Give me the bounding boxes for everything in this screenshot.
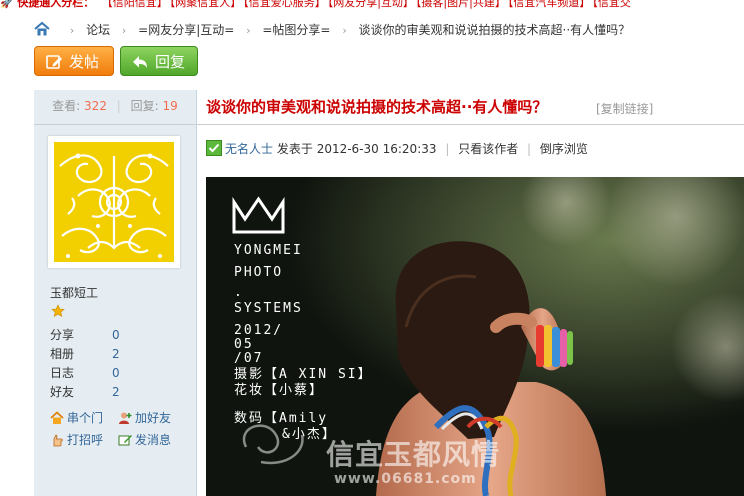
profile-key: 相册 xyxy=(50,347,75,361)
quick-link[interactable]: 【信阳信宜】 xyxy=(102,0,168,9)
post-author[interactable]: 无名人士 xyxy=(225,142,273,156)
add-friend-link[interactable]: 加好友 xyxy=(118,409,171,427)
profile-row-blogs: 日志 0 xyxy=(50,364,170,383)
profile-key: 日志 xyxy=(50,366,75,380)
chevron-right-icon: › xyxy=(121,24,127,37)
message-icon xyxy=(118,435,132,446)
author-name[interactable]: 玉都短工 xyxy=(50,284,98,301)
only-author-link[interactable]: 只看该作者 xyxy=(458,142,518,156)
breadcrumb: › 论坛 › =网友分享|互动= › =帖图分享= › 谈谈你的审美观和说说拍摄… xyxy=(34,20,630,40)
chevron-right-icon: › xyxy=(342,24,347,37)
makeup-credit: 花妆【小蔡】 xyxy=(234,383,325,398)
brand-line: YONGMEI xyxy=(234,243,303,258)
visit-space-link[interactable]: 串个门 xyxy=(50,409,103,427)
breadcrumb-board[interactable]: =帖图分享= xyxy=(262,23,330,37)
site-watermark-url: www.06681.com xyxy=(334,471,477,487)
new-post-button[interactable]: 发帖 xyxy=(34,46,114,76)
profile-row-friends: 好友 2 xyxy=(50,383,170,402)
reverse-order-link[interactable]: 倒序浏览 xyxy=(540,142,588,156)
post-time: 2012-6-30 16:20:33 xyxy=(316,142,437,156)
profile-value[interactable]: 0 xyxy=(112,364,120,383)
greet-link[interactable]: 打招呼 xyxy=(50,431,103,449)
stats-divider: | xyxy=(116,99,121,113)
views-label: 查看: xyxy=(52,99,81,113)
star-rank-icon xyxy=(51,304,65,318)
photo-date: 2012/ xyxy=(234,323,284,338)
quick-link[interactable]: 【网友分享|互动】 xyxy=(328,0,414,9)
author-sidebar: 查看: 322 | 回复: 19 玉都短工 分享 0 相册 2 日志 0 好友 … xyxy=(34,90,197,496)
brand-line: . xyxy=(234,285,244,300)
profile-row-shares: 分享 0 xyxy=(50,326,170,345)
online-user-icon xyxy=(206,140,222,156)
new-post-label: 发帖 xyxy=(69,53,100,71)
reply-arrow-icon xyxy=(133,56,147,68)
poke-icon xyxy=(53,434,63,447)
post-title-bar: 谈谈你的审美观和说说拍摄的技术高超··有人懂吗？ [复制链接] xyxy=(197,90,744,125)
photo-date: 05 xyxy=(234,337,254,352)
site-watermark: 信宜玉都风情 xyxy=(326,438,501,471)
replies-count: 19 xyxy=(162,99,178,113)
thread-stats: 查看: 322 | 回复: 19 xyxy=(34,90,196,125)
home-icon[interactable] xyxy=(34,21,50,37)
quick-links-label: 快捷通入分栏： xyxy=(17,0,95,9)
replies-label: 回复: xyxy=(130,99,159,113)
send-message-link[interactable]: 发消息 xyxy=(118,431,171,449)
posted-prefix: 发表于 xyxy=(276,142,313,156)
chevron-right-icon: › xyxy=(246,24,251,37)
dragon-papercut-avatar xyxy=(54,142,174,262)
views-count: 322 xyxy=(84,99,107,113)
quick-link[interactable]: 【摄客|图片|共建】 xyxy=(416,0,506,9)
add-friend-label: 加好友 xyxy=(135,411,172,425)
meta-divider: | xyxy=(527,142,532,156)
greet-label: 打招呼 xyxy=(67,433,104,447)
post-meta: 无名人士 发表于 2012-6-30 16:20:33 | 只看该作者 | 倒序… xyxy=(206,140,588,156)
breadcrumb-forum[interactable]: 论坛 xyxy=(86,23,110,37)
quick-link[interactable]: 【信宜爱心服务】 xyxy=(243,0,326,9)
profile-key: 好友 xyxy=(50,385,75,399)
profile-value[interactable]: 0 xyxy=(112,326,120,345)
brand-line: SYSTEMS xyxy=(234,301,303,316)
quick-link[interactable]: 【信宜交 xyxy=(592,0,631,9)
add-friend-icon xyxy=(119,412,132,424)
chevron-right-icon: › xyxy=(69,24,75,37)
reply-button[interactable]: 回复 xyxy=(120,46,198,76)
reply-label: 回复 xyxy=(155,53,186,71)
quick-link[interactable]: 【网聚信宜人】 xyxy=(170,0,242,9)
profile-key: 分享 xyxy=(50,328,75,342)
pencil-icon xyxy=(46,55,62,69)
quick-links-bar: 🚀 快捷通入分栏： 【信阳信宜】 【网聚信宜人】 【信宜爱心服务】 【网友分享|互动】… xyxy=(0,0,744,12)
quick-link[interactable]: 【信宜汽车频道】 xyxy=(508,0,591,9)
profile-value[interactable]: 2 xyxy=(112,383,120,402)
post-photo[interactable]: YONGMEI PHOTO . SYSTEMS 2012/ 05 /07 摄影【… xyxy=(206,177,744,496)
send-message-label: 发消息 xyxy=(135,433,172,447)
meta-divider: | xyxy=(445,142,450,156)
house-icon xyxy=(50,411,64,424)
copy-link[interactable]: [复制链接] xyxy=(596,100,653,117)
visit-space-label: 串个门 xyxy=(67,411,104,425)
breadcrumb-category[interactable]: =网友分享|互动= xyxy=(138,23,234,37)
brand-line: PHOTO xyxy=(234,265,284,280)
profile-row-albums: 相册 2 xyxy=(50,345,170,364)
breadcrumb-thread[interactable]: 谈谈你的审美观和说说拍摄的技术高超··有人懂吗？ xyxy=(359,23,631,37)
post-main: 谈谈你的审美观和说说拍摄的技术高超··有人懂吗？ [复制链接] 无名人士 发表于… xyxy=(197,90,744,496)
avatar[interactable] xyxy=(48,136,180,268)
rocket-icon: 🚀 xyxy=(0,0,14,9)
post-title: 谈谈你的审美观和说说拍摄的技术高超··有人懂吗？ xyxy=(206,98,548,116)
profile-value[interactable]: 2 xyxy=(112,345,120,364)
